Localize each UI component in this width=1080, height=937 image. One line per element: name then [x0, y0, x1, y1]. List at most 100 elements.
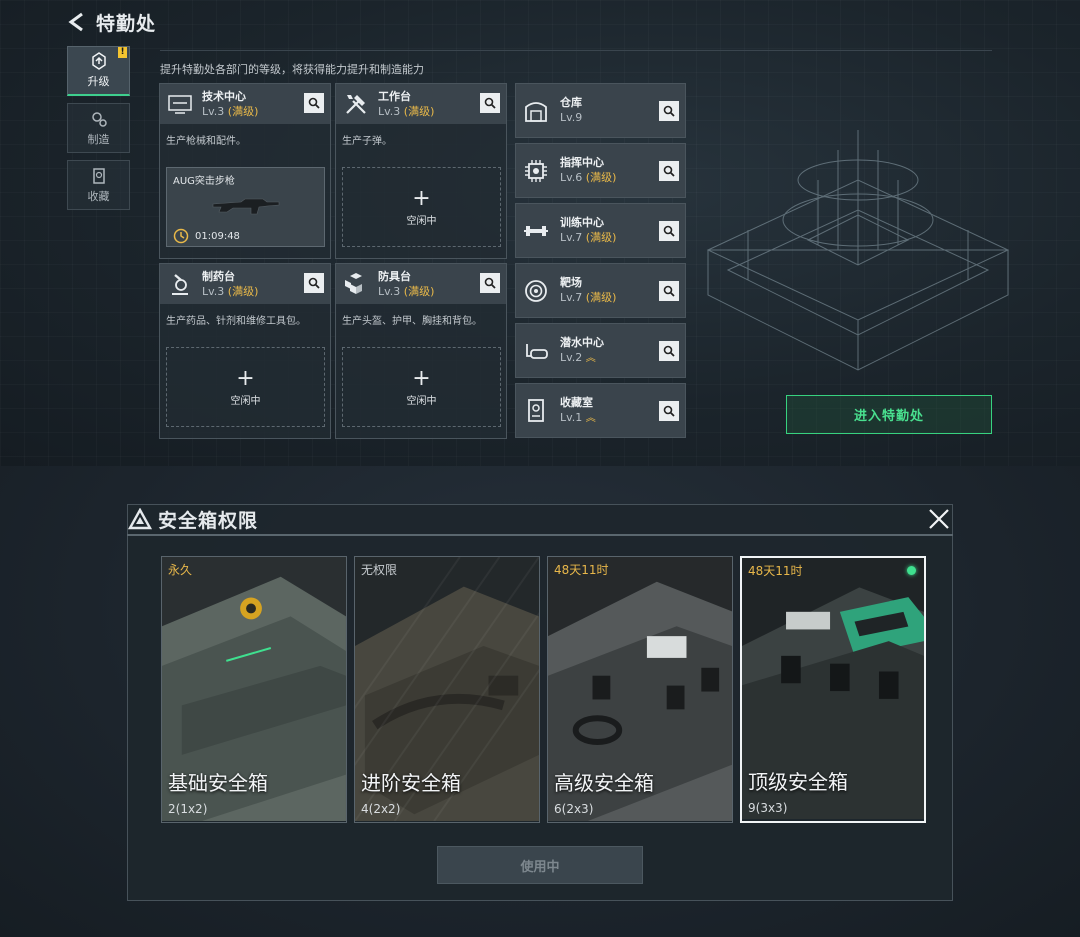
safe-box-card-advanced[interactable]: 无权限 进阶安全箱 4(2x2)	[354, 556, 540, 823]
facility-warehouse[interactable]: 仓库 Lv.9	[515, 83, 686, 138]
magnifier-icon	[308, 277, 320, 289]
back-button[interactable]: 特勤处	[66, 8, 156, 36]
facility-name: 潜水中心	[560, 335, 604, 349]
box-capacity: 9(3x3)	[748, 801, 788, 815]
tab-upgrade-label: 升级	[87, 75, 110, 88]
facility-level: Lv.3 (满级)	[378, 284, 435, 298]
inspect-button[interactable]	[659, 161, 679, 181]
gears-icon	[91, 111, 107, 127]
production-timer: 01:09:48	[173, 228, 240, 244]
inspect-button[interactable]	[480, 273, 500, 293]
tab-craft[interactable]: 制造	[67, 103, 130, 153]
facility-shooting-range[interactable]: 靶场 Lv.7 (满级)	[515, 263, 686, 318]
box-capacity: 2(1x2)	[168, 802, 208, 816]
inspect-button[interactable]	[480, 93, 500, 113]
magnifier-icon	[663, 285, 675, 297]
hq-building-art	[706, 130, 1010, 371]
facility-command-center[interactable]: 指挥中心 Lv.6 (满级)	[515, 143, 686, 198]
facility-description: 生产药品、针剂和维修工具包。	[166, 316, 306, 327]
inspect-button[interactable]	[659, 101, 679, 121]
box-duration: 48天11时	[554, 563, 609, 577]
rifle-icon	[212, 198, 280, 215]
facility-name: 指挥中心	[560, 156, 604, 169]
tools-icon	[342, 90, 370, 118]
enter-special-ops-button[interactable]: 进入特勤处	[786, 395, 992, 434]
facility-level: Lv.6 (满级)	[560, 171, 617, 184]
magnifier-icon	[663, 105, 675, 117]
facility-name: 训练中心	[560, 216, 604, 229]
in-use-button[interactable]: 使用中	[437, 846, 643, 884]
facility-name: 靶场	[560, 276, 582, 289]
upgrade-icon	[91, 52, 106, 70]
special-ops-panel: 特勤处 提升特勤处各部门的等级，将获得能力提升和制造能力 ! 升级 制造 收藏 …	[0, 0, 1080, 466]
production-slot-idle[interactable]: + 空闲中	[342, 347, 501, 427]
inspect-button[interactable]	[659, 401, 679, 421]
collection-icon	[92, 167, 105, 184]
inspect-button[interactable]	[659, 281, 679, 301]
inspect-button[interactable]	[659, 221, 679, 241]
facility-name: 工作台	[378, 89, 411, 103]
facility-card-armor-bench: 防具台 Lv.3 (满级) 生产头盔、护甲、胸挂和背包。 + 空闲中	[335, 263, 507, 439]
safe-box-card-basic[interactable]: 永久 基础安全箱 2(1x2)	[161, 556, 347, 823]
facility-name: 收藏室	[560, 395, 593, 409]
page-description: 提升特勤处各部门的等级，将获得能力提升和制造能力	[160, 63, 424, 76]
modal-title-text: 安全箱权限	[158, 509, 259, 532]
page-title: 特勤处	[96, 12, 157, 35]
magnifier-icon	[663, 345, 675, 357]
box-duration: 永久	[168, 563, 193, 577]
close-icon[interactable]	[926, 506, 952, 532]
production-slot-idle[interactable]: + 空闲中	[342, 167, 501, 247]
idle-label: 空闲中	[406, 215, 437, 227]
tab-craft-label: 制造	[87, 132, 110, 146]
facility-card-workbench: 工作台 Lv.3 (满级) 生产子弹。 + 空闲中	[335, 83, 507, 259]
tab-upgrade[interactable]: ! 升级	[67, 46, 130, 96]
facility-diving-center[interactable]: 潜水中心 Lv.2 ︽	[515, 323, 686, 378]
magnifier-icon	[484, 277, 496, 289]
facility-level: Lv.3 (满级)	[378, 104, 435, 118]
dumbbell-icon	[522, 217, 550, 245]
production-slot-idle[interactable]: + 空闲中	[166, 347, 325, 427]
facility-collection-room[interactable]: 收藏室 Lv.1 ︽	[515, 383, 686, 438]
facility-training-center[interactable]: 训练中心 Lv.7 (满级)	[515, 203, 686, 258]
modal-title-divider	[127, 534, 953, 536]
magnifier-icon	[308, 97, 320, 109]
facility-description: 生产子弹。	[342, 136, 392, 147]
facility-header: 防具台 Lv.3 (满级)	[336, 264, 506, 304]
facility-description: 生产枪械和配件。	[166, 136, 246, 147]
tab-collection[interactable]: 收藏	[67, 160, 130, 210]
production-slot-busy[interactable]: AUG突击步枪 01:09:48	[166, 167, 325, 247]
warning-triangle-icon	[128, 508, 152, 530]
facility-level: Lv.7 (满级)	[560, 231, 617, 244]
box-name: 高级安全箱	[554, 771, 654, 795]
box-name: 进阶安全箱	[361, 771, 461, 795]
inspect-button[interactable]	[659, 341, 679, 361]
safe-box-card-premium[interactable]: 48天11时 高级安全箱 6(2x3)	[547, 556, 733, 823]
facility-header: 制药台 Lv.3 (满级)	[160, 264, 330, 304]
production-item-name: AUG突击步枪	[173, 176, 235, 187]
box-capacity: 4(2x2)	[361, 802, 401, 816]
facility-card-tech-center: 技术中心 Lv.3 (满级) 生产枪械和配件。 AUG突击步枪 01:09:48	[159, 83, 331, 259]
magnifier-icon	[663, 405, 675, 417]
tech-center-icon	[166, 90, 194, 118]
side-tabs: ! 升级 制造 收藏	[67, 46, 130, 217]
facility-name: 技术中心	[202, 89, 246, 103]
magnifier-icon	[663, 165, 675, 177]
magnifier-icon	[484, 97, 496, 109]
box-duration: 48天11时	[748, 564, 803, 578]
header-divider	[160, 50, 992, 51]
facility-level: Lv.3 (满级)	[202, 104, 259, 118]
facility-header: 技术中心 Lv.3 (满级)	[160, 84, 330, 124]
inspect-button[interactable]	[304, 93, 324, 113]
add-icon: +	[412, 365, 431, 391]
facility-description: 生产头盔、护甲、胸挂和背包。	[342, 316, 482, 327]
facility-level: Lv.3 (满级)	[202, 284, 259, 298]
inspect-button[interactable]	[304, 273, 324, 293]
notification-badge: !	[118, 47, 127, 58]
facility-name: 仓库	[560, 96, 582, 109]
box-capacity: 6(2x3)	[554, 802, 594, 816]
safe-box-card-top[interactable]: 48天11时 顶级安全箱 9(3x3)	[740, 556, 926, 823]
facility-header: 工作台 Lv.3 (满级)	[336, 84, 506, 124]
timer-value: 01:09:48	[195, 230, 240, 242]
microscope-icon	[166, 270, 194, 298]
display-case-icon	[522, 397, 550, 425]
